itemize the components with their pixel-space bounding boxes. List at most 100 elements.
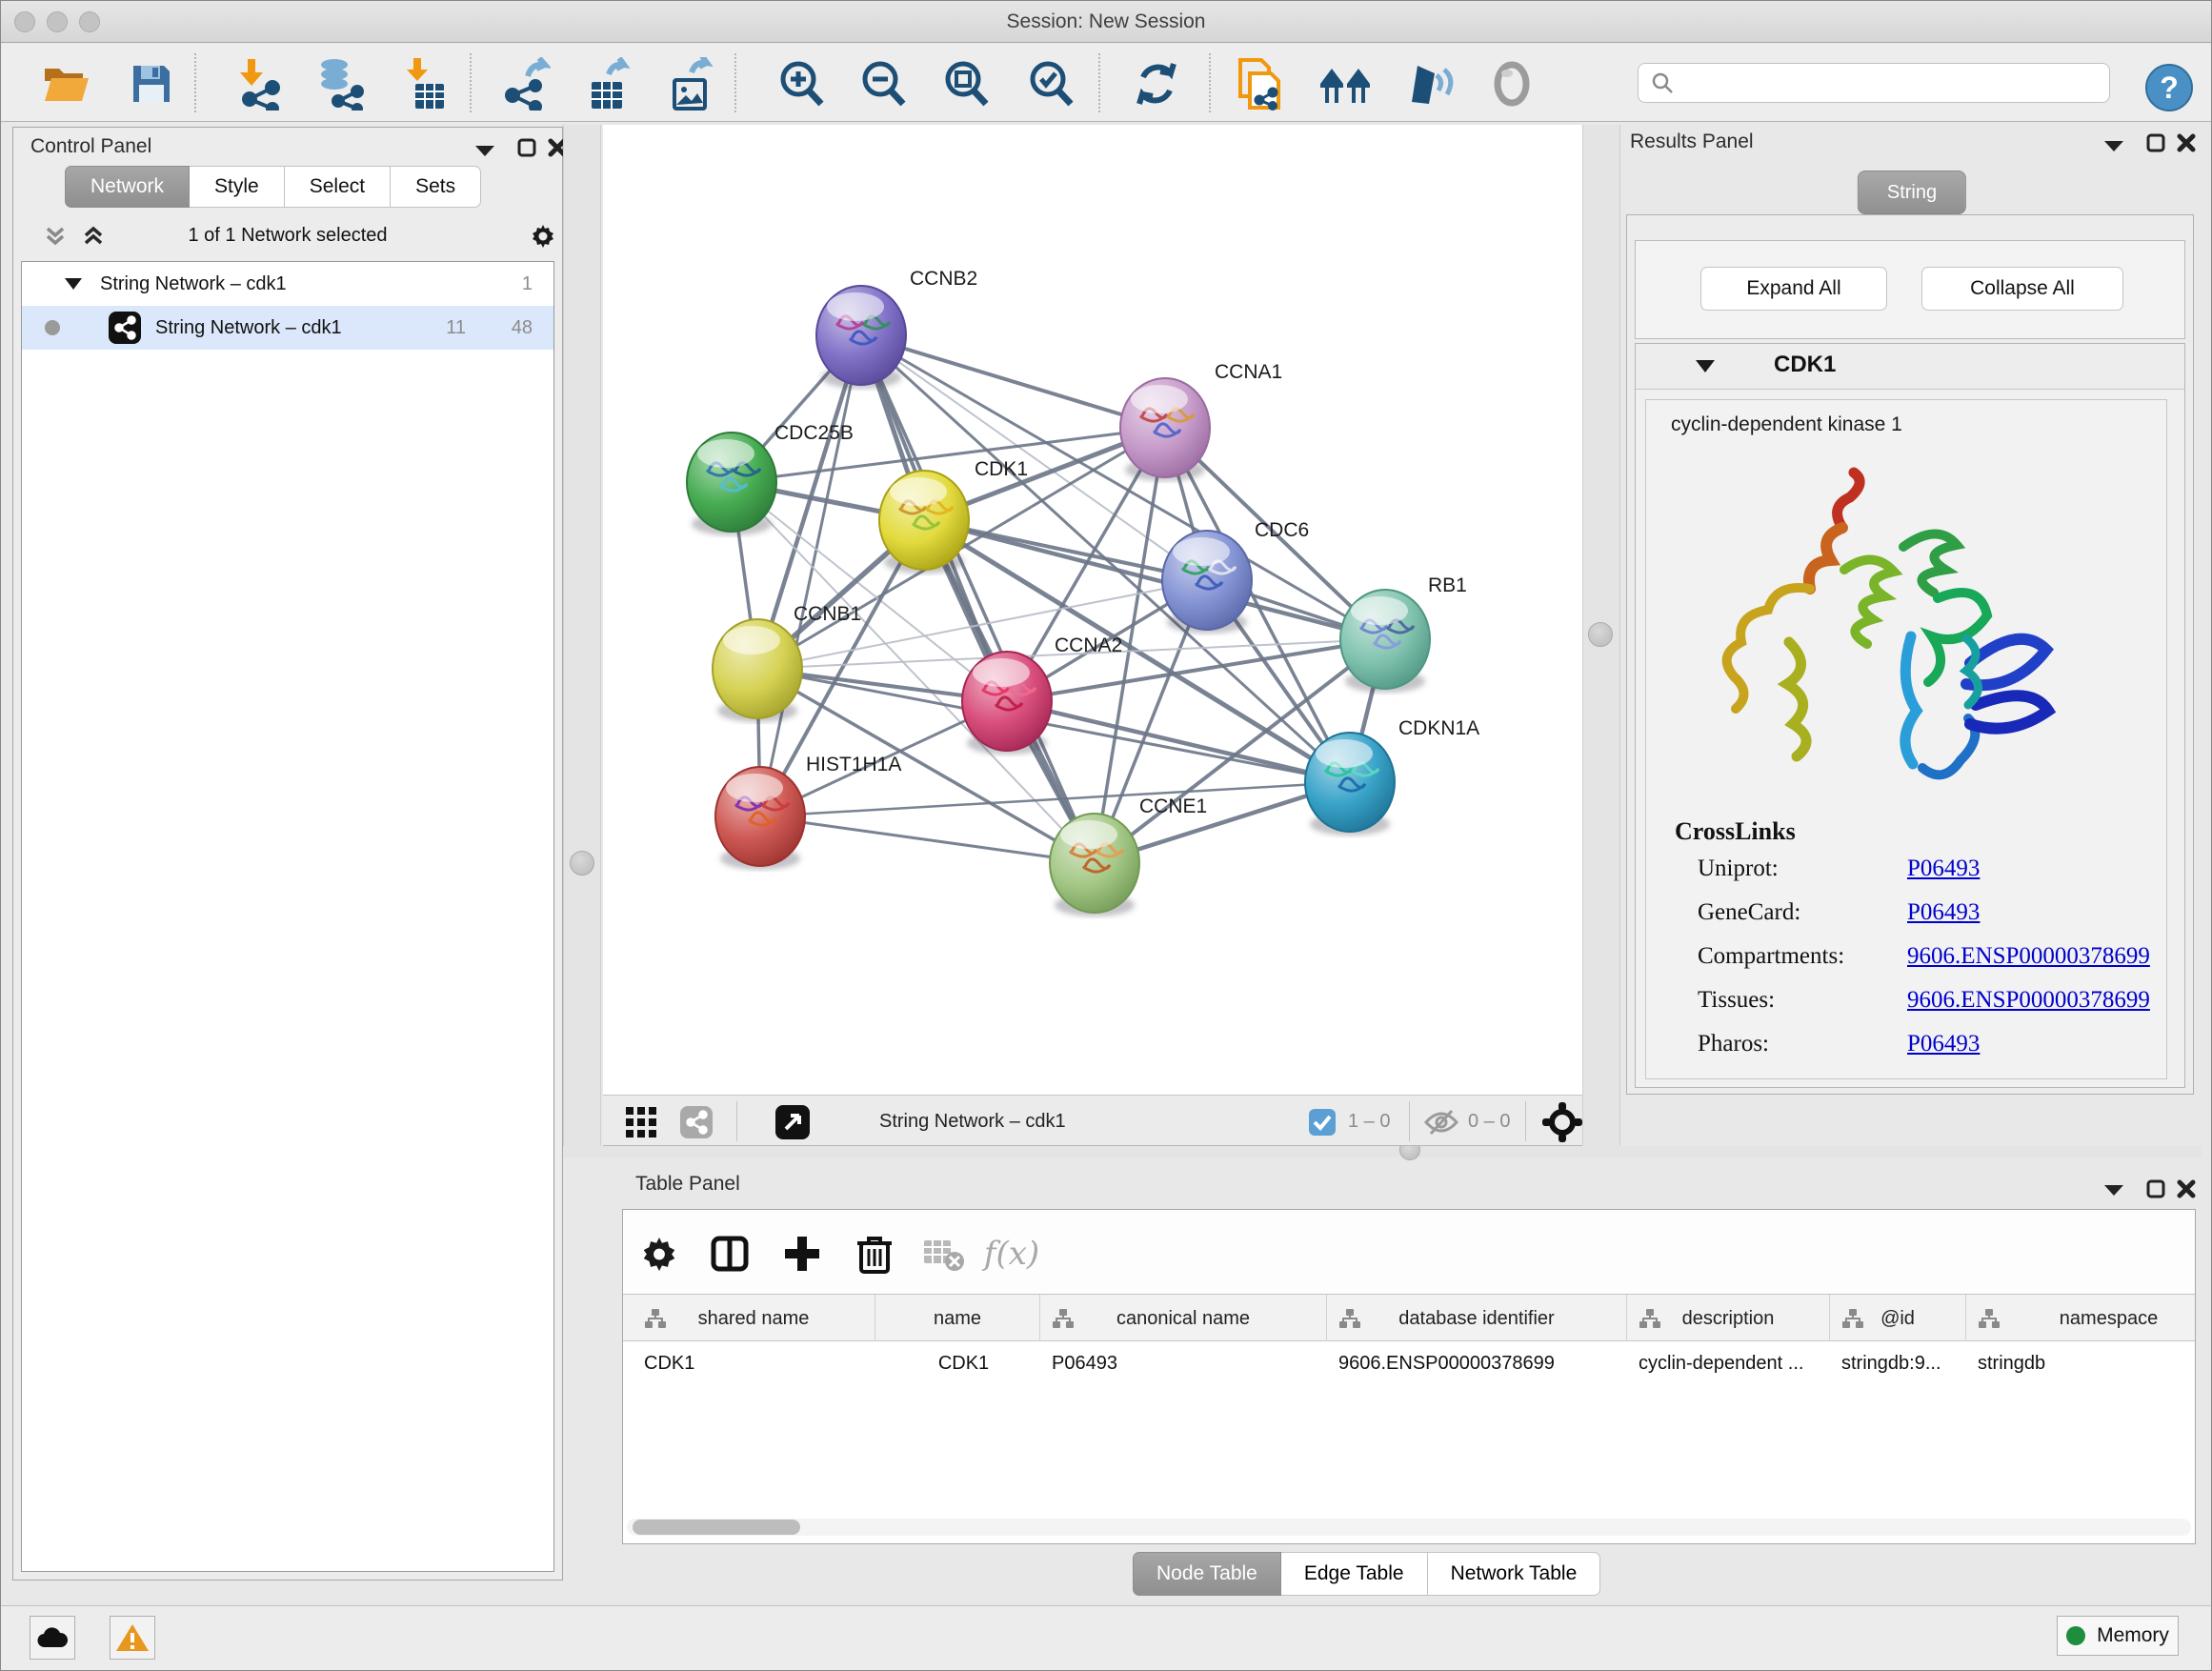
selected-checkbox-icon[interactable]	[1308, 1108, 1337, 1137]
graphics-details-eye-icon[interactable]	[1401, 56, 1457, 111]
column-label: name	[934, 1308, 981, 1329]
zoom-in-icon[interactable]	[774, 56, 829, 111]
show-network-documents-icon[interactable]	[1233, 56, 1288, 111]
cloud-icon	[36, 1626, 69, 1649]
network-view-toolbar: String Network – cdk1 1 – 0 0 – 0	[603, 1095, 1582, 1146]
import-table-file-icon[interactable]	[398, 56, 453, 111]
column-header-description[interactable]: description	[1627, 1295, 1830, 1342]
delete-column-trash-icon[interactable]	[848, 1227, 901, 1280]
tree-expander-icon[interactable]	[64, 277, 83, 291]
import-network-file-icon[interactable]	[231, 56, 287, 111]
crosslink-link[interactable]: 9606.ENSP00000378699	[1907, 987, 2150, 1014]
edge-CCNB2-CCNA1[interactable]	[861, 335, 1165, 428]
open-file-icon[interactable]	[38, 56, 93, 111]
node-CDK1[interactable]: CDK1	[879, 458, 1028, 574]
panel-close-icon[interactable]	[2176, 1178, 2197, 1199]
memory-button[interactable]: Memory	[2057, 1616, 2179, 1656]
apply-layout-icon[interactable]	[1129, 56, 1184, 111]
show-column-icon[interactable]	[703, 1227, 756, 1280]
network-canvas[interactable]: CCNB2CCNA1CDC25BCDK1CDC6RB1CCNB1CCNA2CDK…	[603, 125, 1582, 1095]
houses-icon[interactable]	[1317, 56, 1373, 111]
import-network-database-icon[interactable]	[312, 56, 367, 111]
column-header-shared-name[interactable]: shared name	[633, 1295, 875, 1342]
export-image-icon[interactable]	[663, 56, 718, 111]
scrollbar-thumb[interactable]	[633, 1520, 800, 1535]
column-header--id[interactable]: @id	[1830, 1295, 1966, 1342]
tab-network-table[interactable]: Network Table	[1428, 1552, 1601, 1596]
zoom-selected-icon[interactable]	[1023, 56, 1078, 111]
export-network-icon[interactable]	[498, 56, 553, 111]
save-session-icon[interactable]	[124, 56, 179, 111]
crosslink-link[interactable]: P06493	[1907, 899, 1980, 926]
warning-button[interactable]	[110, 1616, 155, 1660]
crosslink-link[interactable]: 9606.ENSP00000378699	[1907, 943, 2150, 970]
birds-eye-view-icon[interactable]	[774, 1104, 811, 1140]
cell-description[interactable]: cyclin-dependent ...	[1627, 1341, 1830, 1385]
grid-view-icon[interactable]	[626, 1107, 658, 1137]
edge-CCNA2-CDKN1A[interactable]	[1007, 701, 1350, 782]
table-settings-gear-icon[interactable]	[633, 1227, 686, 1280]
zoom-fit-icon[interactable]	[938, 56, 994, 111]
left-splitter[interactable]	[563, 125, 601, 1146]
cell-name[interactable]: CDK1	[875, 1341, 1040, 1385]
results-tab-string[interactable]: String	[1858, 171, 1966, 214]
edge-HIST1H1A-CCNE1[interactable]	[760, 816, 1095, 863]
eye-disabled-icon[interactable]	[1484, 56, 1539, 111]
tab-style[interactable]: Style	[190, 166, 285, 208]
tab-edge-table[interactable]: Edge Table	[1281, 1552, 1428, 1596]
network-view-icon-disabled[interactable]	[679, 1105, 714, 1139]
node-RB1[interactable]: RB1	[1340, 574, 1467, 693]
horizontal-splitter[interactable]	[563, 1146, 2202, 1158]
edge-CCNB2-CCNE1[interactable]	[861, 335, 1095, 863]
column-header-database-identifier[interactable]: database identifier	[1327, 1295, 1627, 1342]
panel-menu-icon[interactable]	[2102, 138, 2125, 153]
panel-menu-icon[interactable]	[2102, 1182, 2125, 1198]
table-horizontal-scrollbar[interactable]	[627, 1519, 2191, 1536]
node-HIST1H1A[interactable]: HIST1H1A	[715, 754, 901, 870]
cell-database-identifier[interactable]: 9606.ENSP00000378699	[1327, 1341, 1627, 1385]
network-row-selected[interactable]: String Network – cdk1 11 48	[22, 306, 553, 350]
node-CCNB2[interactable]: CCNB2	[816, 268, 977, 389]
left-splitter-handle[interactable]	[570, 851, 594, 876]
crosslink-link[interactable]: P06493	[1907, 1031, 1980, 1057]
zoom-out-icon[interactable]	[855, 56, 911, 111]
cell-canonical-name[interactable]: P06493	[1040, 1341, 1327, 1385]
collapse-all-button[interactable]: Collapse All	[1921, 267, 2123, 311]
node-CDKN1A[interactable]: CDKN1A	[1305, 717, 1479, 836]
gene-entry-header[interactable]: CDK1	[1636, 344, 2184, 390]
panel-float-icon[interactable]	[2145, 132, 2166, 153]
column-header-canonical-name[interactable]: canonical name	[1040, 1295, 1327, 1342]
crosslink-link[interactable]: P06493	[1907, 856, 1980, 882]
network-options-gear-icon[interactable]	[528, 221, 558, 252]
network-graph[interactable]: CCNB2CCNA1CDC25BCDK1CDC6RB1CCNB1CCNA2CDK…	[603, 125, 1582, 1095]
panel-close-icon[interactable]	[2176, 132, 2197, 153]
panel-menu-icon[interactable]	[473, 143, 496, 158]
tab-node-table[interactable]: Node Table	[1133, 1552, 1281, 1596]
cell-shared-name[interactable]: CDK1	[633, 1341, 875, 1385]
cell--id[interactable]: stringdb:9...	[1830, 1341, 1966, 1385]
right-splitter-handle[interactable]	[1588, 622, 1613, 647]
tab-network[interactable]: Network	[65, 166, 190, 208]
column-header-namespace[interactable]: namespace	[1966, 1295, 2196, 1342]
network-collection-row[interactable]: String Network – cdk1 1	[22, 262, 553, 306]
help-icon[interactable]: ?	[2142, 60, 2197, 115]
panel-float-icon[interactable]	[516, 137, 537, 158]
node-CDC6[interactable]: CDC6	[1162, 519, 1309, 634]
right-splitter[interactable]	[1582, 125, 1620, 1146]
add-column-icon[interactable]	[775, 1227, 829, 1280]
expand-all-button[interactable]: Expand All	[1700, 267, 1887, 311]
panel-float-icon[interactable]	[2145, 1178, 2166, 1199]
entry-expander-icon[interactable]	[1695, 359, 1716, 373]
tab-select[interactable]: Select	[285, 166, 391, 208]
table-row[interactable]: CDK1CDK1P064939606.ENSP00000378699cyclin…	[623, 1341, 2195, 1385]
cell-namespace[interactable]: stringdb	[1966, 1341, 2196, 1385]
edge-CCNB2-HIST1H1A[interactable]	[760, 335, 861, 816]
node-label-CCNA2: CCNA2	[1055, 634, 1122, 656]
node-CCNB1[interactable]: CCNB1	[713, 603, 861, 722]
tab-sets[interactable]: Sets	[391, 166, 481, 208]
search-input[interactable]	[1682, 64, 2109, 102]
export-table-icon[interactable]	[580, 56, 635, 111]
cloud-button[interactable]	[30, 1616, 75, 1660]
column-header-name[interactable]: name	[875, 1295, 1040, 1342]
fit-selected-crosshair-icon[interactable]	[1542, 1102, 1582, 1142]
